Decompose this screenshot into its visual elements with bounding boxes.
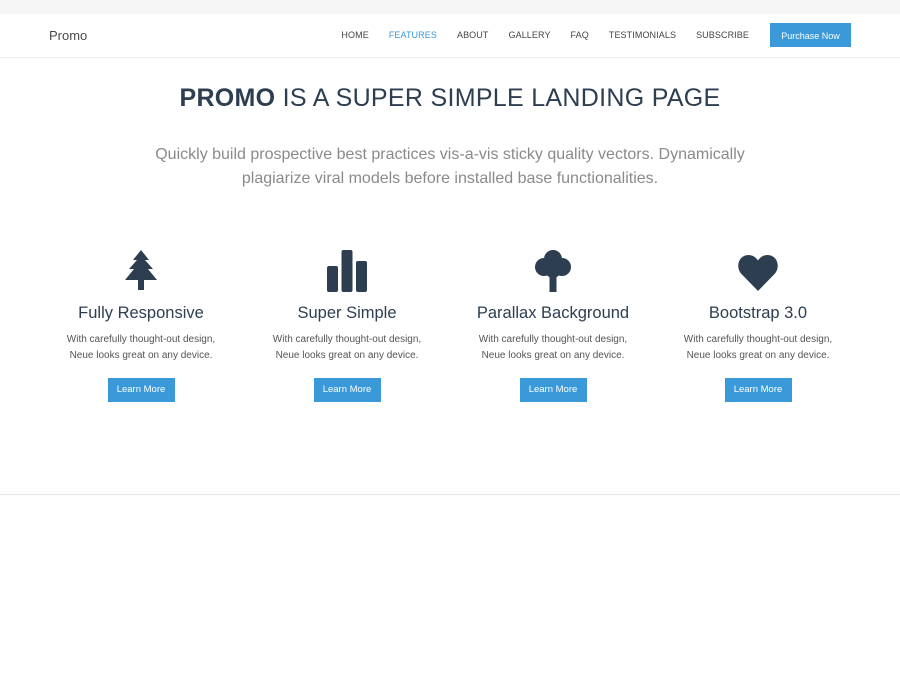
tree-icon <box>38 246 244 292</box>
feature-card-simple: Super Simple With carefully thought-out … <box>244 246 450 402</box>
feature-text: With carefully thought-out design, Neue … <box>244 332 450 364</box>
feature-text-line: Neue looks great on any device. <box>686 350 830 361</box>
nav-links: HOME FEATURES ABOUT GALLERY FAQ TESTIMON… <box>321 23 851 47</box>
top-strip <box>0 0 900 14</box>
feature-text-line: With carefully thought-out design, <box>66 334 216 345</box>
learn-more-button[interactable]: Learn More <box>724 378 792 402</box>
feature-card-parallax: Parallax Background With carefully thoug… <box>450 246 656 402</box>
bar-chart-icon <box>244 246 450 292</box>
feature-card-responsive: Fully Responsive With carefully thought-… <box>38 246 244 402</box>
nav-testimonials[interactable]: TESTIMONIALS <box>609 30 676 40</box>
feature-text-line: With carefully thought-out design, <box>272 334 422 345</box>
heart-icon <box>655 246 861 292</box>
learn-more-button[interactable]: Learn More <box>313 378 381 402</box>
feature-text: With carefully thought-out design, Neue … <box>450 332 656 364</box>
hero-title: PROMO IS A SUPER SIMPLE LANDING PAGE <box>0 84 900 113</box>
nav-home[interactable]: HOME <box>341 30 368 40</box>
feature-text-line: With carefully thought-out design, <box>478 334 628 345</box>
feature-text-line: Neue looks great on any device. <box>275 350 419 361</box>
nav-about[interactable]: ABOUT <box>457 30 489 40</box>
feature-card-bootstrap: Bootstrap 3.0 With carefully thought-out… <box>655 246 861 402</box>
feature-title: Fully Responsive <box>78 304 204 322</box>
hero-title-rest: IS A SUPER SIMPLE LANDING PAGE <box>282 84 721 112</box>
nav-subscribe[interactable]: SUBSCRIBE <box>696 30 749 40</box>
navbar: Promo HOME FEATURES ABOUT GALLERY FAQ TE… <box>0 14 900 58</box>
deciduous-tree-icon <box>450 246 656 292</box>
learn-more-button[interactable]: Learn More <box>519 378 587 402</box>
brand-logo[interactable]: Promo <box>49 28 87 44</box>
purchase-now-button[interactable]: Purchase Now <box>770 23 851 47</box>
hero-title-bold: PROMO <box>179 84 276 112</box>
feature-text-line: Neue looks great on any device. <box>69 350 213 361</box>
section-divider <box>0 494 900 495</box>
nav-faq[interactable]: FAQ <box>571 30 589 40</box>
feature-title: Parallax Background <box>476 304 630 322</box>
hero-subtitle: Quickly build prospective best practices… <box>155 146 745 187</box>
nav-gallery[interactable]: GALLERY <box>508 30 550 40</box>
feature-text-line: Neue looks great on any device. <box>481 350 625 361</box>
feature-text: With carefully thought-out design, Neue … <box>655 332 861 364</box>
feature-text: With carefully thought-out design, Neue … <box>38 332 244 364</box>
feature-title: Bootstrap 3.0 <box>708 304 808 322</box>
feature-title: Super Simple <box>297 304 397 322</box>
feature-text-line: With carefully thought-out design, <box>683 334 833 345</box>
learn-more-button[interactable]: Learn More <box>107 378 175 402</box>
nav-features[interactable]: FEATURES <box>389 30 437 40</box>
